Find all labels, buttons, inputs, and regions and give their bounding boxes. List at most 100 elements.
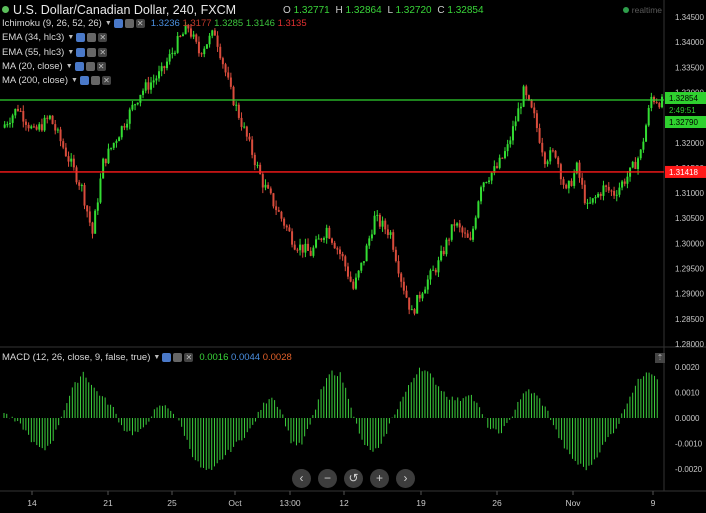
- candle-body: [352, 281, 355, 289]
- candle-body: [264, 184, 267, 188]
- candle-body: [325, 227, 328, 239]
- candle-body: [272, 193, 275, 207]
- zoom-out-button[interactable]: −: [318, 469, 337, 488]
- close-icon[interactable]: ✕: [135, 19, 145, 28]
- gear-icon[interactable]: [85, 61, 95, 71]
- candle-body: [562, 179, 565, 185]
- price-tick-label: 1.34500: [675, 13, 704, 22]
- gear-icon[interactable]: [124, 19, 134, 28]
- chevron-down-icon[interactable]: ▼: [105, 20, 112, 27]
- candle-body: [554, 150, 557, 158]
- eye-icon[interactable]: [76, 33, 86, 43]
- gear-icon[interactable]: [173, 353, 183, 362]
- gear-icon[interactable]: [87, 33, 97, 43]
- scroll-left-button[interactable]: ‹: [292, 469, 311, 488]
- candle-body: [437, 260, 440, 273]
- candle-body: [594, 197, 597, 199]
- indicator-row[interactable]: MA (20, close) ▼ ✕: [2, 61, 106, 72]
- close-icon[interactable]: ✕: [96, 61, 106, 71]
- gear-icon[interactable]: [87, 47, 97, 57]
- candle-body: [472, 228, 475, 240]
- candle-body: [549, 150, 552, 162]
- candle-body: [123, 126, 126, 128]
- candle-body: [349, 276, 352, 282]
- indicator-label: Ichimoku (9, 26, 52, 26): [2, 18, 102, 29]
- last-price-label: 1.32854: [669, 94, 698, 103]
- time-tick-label: 13:00: [279, 498, 301, 508]
- candle-body: [317, 238, 320, 240]
- candle-body: [307, 243, 310, 251]
- candle-body: [80, 185, 83, 187]
- reset-button[interactable]: ↺: [344, 469, 363, 488]
- candle-body: [637, 158, 640, 169]
- chart-navigation: ‹ − ↺ + ›: [292, 469, 415, 488]
- candle-body: [35, 126, 38, 130]
- scroll-right-button[interactable]: ›: [396, 469, 415, 488]
- price-tick-label: 1.34000: [675, 38, 704, 47]
- macd-tick-label: 0.0010: [675, 388, 700, 397]
- close-icon[interactable]: ✕: [98, 47, 108, 57]
- indicator-row[interactable]: Ichimoku (9, 26, 52, 26) ▼ ✕ 1.3236 1.3177 …: [2, 18, 307, 29]
- candle-body: [211, 30, 214, 36]
- zoom-in-button[interactable]: +: [370, 469, 389, 488]
- close-icon[interactable]: ✕: [101, 76, 111, 86]
- candle-body: [450, 224, 453, 240]
- candle-body: [104, 158, 107, 164]
- candle-body: [421, 293, 424, 299]
- candle-body: [171, 52, 174, 55]
- candle-body: [578, 162, 581, 178]
- chevron-down-icon[interactable]: ▼: [153, 354, 160, 361]
- indicator-value: 1.3146: [245, 18, 278, 29]
- chevron-down-icon[interactable]: ▼: [67, 34, 74, 41]
- candle-body: [152, 80, 155, 83]
- candle-body: [533, 107, 536, 114]
- candle-body: [410, 309, 413, 311]
- price-tick-label: 1.30500: [675, 214, 704, 223]
- prev-price-label: 1.32790: [669, 118, 698, 127]
- candle-body: [378, 214, 381, 227]
- candle-body: [296, 249, 299, 251]
- candle-body: [94, 210, 97, 234]
- candle-body: [615, 194, 618, 196]
- close-icon[interactable]: ✕: [98, 33, 108, 43]
- chevron-down-icon[interactable]: ▼: [66, 63, 73, 70]
- candle-body: [434, 269, 437, 273]
- price-tick-label: 1.32000: [675, 139, 704, 148]
- close-icon[interactable]: ✕: [184, 353, 194, 362]
- candle-body: [16, 108, 19, 111]
- macd-legend[interactable]: MACD (12, 26, close, 9, false, true) ▼ ✕…: [2, 352, 292, 363]
- eye-icon[interactable]: [74, 61, 84, 71]
- candle-body: [142, 90, 145, 95]
- indicator-value: 1.3177: [182, 18, 215, 29]
- candle-body: [38, 124, 41, 130]
- eye-icon[interactable]: [113, 19, 123, 28]
- candle-body: [397, 261, 400, 274]
- candle-body: [645, 125, 648, 142]
- pane-settings-icon[interactable]: ⇡: [655, 353, 665, 363]
- macd-value: 0.0028: [262, 352, 292, 363]
- time-tick-label: 21: [103, 498, 113, 508]
- indicator-values: 1.3236 1.3177 1.3285 1.3146 1.3135: [151, 18, 307, 29]
- candle-body: [623, 181, 626, 184]
- indicator-row[interactable]: EMA (34, hlc3) ▼ ✕: [2, 32, 108, 43]
- eye-icon[interactable]: [79, 76, 89, 86]
- indicator-row[interactable]: MA (200, close) ▼ ✕: [2, 75, 111, 86]
- candle-body: [99, 178, 102, 203]
- candle-body: [197, 41, 200, 54]
- time-tick-label: 19: [416, 498, 426, 508]
- gear-icon[interactable]: [90, 76, 100, 86]
- eye-icon[interactable]: [162, 353, 172, 362]
- indicator-row[interactable]: EMA (55, hlc3) ▼ ✕: [2, 47, 108, 58]
- candle-body: [650, 96, 653, 108]
- candle-body: [237, 104, 240, 118]
- candle-body: [275, 206, 278, 211]
- eye-icon[interactable]: [76, 47, 86, 57]
- candle-body: [482, 182, 485, 188]
- macd-tick-label: -0.0010: [675, 440, 703, 449]
- candle-body: [46, 117, 49, 119]
- candle-body: [634, 161, 637, 169]
- candle-body: [597, 193, 600, 198]
- chevron-down-icon[interactable]: ▼: [67, 49, 74, 56]
- candle-body: [110, 147, 113, 149]
- chevron-down-icon[interactable]: ▼: [71, 77, 78, 84]
